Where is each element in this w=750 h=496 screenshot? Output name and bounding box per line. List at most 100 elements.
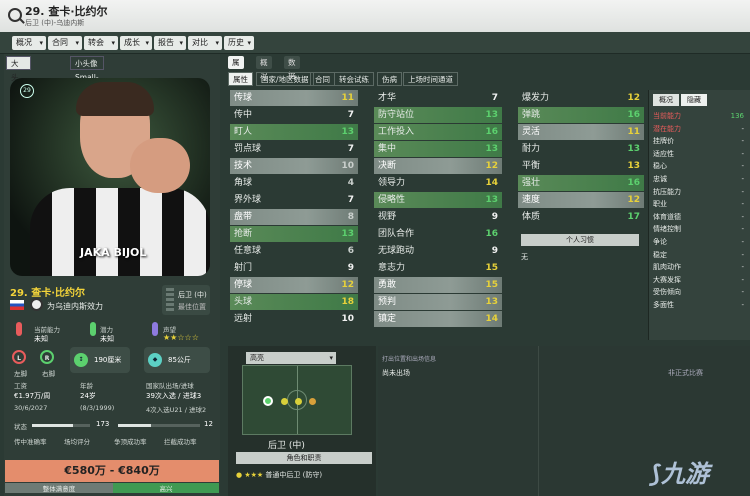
attribute-row[interactable]: 无球跑动 9 [374,243,502,259]
attribute-row[interactable]: 意志力 15 [374,260,502,276]
attribute-row[interactable]: 头球 18 [230,294,358,310]
shirt-lettering: JAKA BIJOL [80,246,147,259]
attribute-row[interactable]: 侵略性 13 [374,192,502,208]
attribute-row[interactable]: 抢断 13 [230,226,358,242]
attribute-row[interactable]: 防守站位 13 [374,107,502,123]
hidden-attribute-row: 肌肉动作 - [653,263,744,272]
search-icon[interactable] [8,8,22,22]
tab-data[interactable]: 数据 [284,56,300,80]
hidden-attribute-row: 争论 - [653,238,744,246]
attribute-row[interactable]: 镇定 14 [374,311,502,327]
attribute-row[interactable]: 灵活 11 [518,124,644,140]
attribute-row[interactable]: 罚点球 7 [230,141,358,157]
hidden-attribute-row: 稳定 - [653,250,744,259]
fitness-bar [118,424,200,427]
attribute-row[interactable]: 预判 13 [374,294,502,310]
attribute-row[interactable]: 平衡 13 [518,158,644,174]
hidden-attribute-row: 受伤倾向 - [653,288,744,297]
attribute-row[interactable]: 工作投入 16 [374,124,502,140]
tab-attributes[interactable]: 属性 [228,56,244,80]
attribute-row[interactable]: 爆发力 12 [518,90,644,106]
attribute-row[interactable]: 角球 4 [230,175,358,191]
attribute-row[interactable]: 决断 12 [374,158,502,174]
menu-transfer[interactable]: 转会 ▾ [84,36,118,50]
nation-flag-icon [10,300,24,310]
tab-small-pic[interactable]: 小头像 Small-Pic [70,56,104,96]
weight-icon: ◆ [148,353,162,367]
menu-overview[interactable]: 概况 ▾ [12,36,46,50]
attribute-row[interactable]: 耐力 13 [518,141,644,157]
subtab-national[interactable]: 国家/地区数据 [256,72,314,86]
hidden-attribute-row: 情绪控制 - [653,225,744,234]
attribute-row[interactable]: 团队合作 16 [374,226,502,242]
height-box: ↕ 190厘米 [70,347,130,373]
role-duties-button[interactable]: 角色和职责 [236,452,372,464]
hidden-attribute-row: 稳心 - [653,162,744,171]
side-tab-hidden[interactable]: 隐藏 [681,94,707,106]
tab-overview[interactable]: 概况 [256,56,272,80]
attribute-row[interactable]: 集中 13 [374,141,502,157]
subtab-injury[interactable]: 伤病 [377,72,402,86]
attribute-row[interactable]: 领导力 14 [374,175,502,191]
attribute-row[interactable]: 界外球 7 [230,192,358,208]
height-icon: ↕ [74,353,88,367]
condition-bar [32,424,90,427]
attribute-row[interactable]: 停球 12 [230,277,358,293]
attribute-row[interactable]: 才华 7 [374,90,502,106]
hidden-attribute-row: 挂牌价 - [653,137,744,146]
position-dot-main [263,396,273,406]
position-dot [281,398,288,405]
attribute-row[interactable]: 盯人 13 [230,124,358,140]
subtab-attributes[interactable]: 属性 [228,72,253,86]
subtab-transfer-trial[interactable]: 转会试练 [334,72,374,86]
hidden-attribute-row: 职业 - [653,200,744,209]
attribute-row[interactable]: 远射 10 [230,311,358,327]
hidden-attributes-panel: 概况 隐藏 当前能力 136 潜在能力 - 挂牌价 - 适应性 - 稳心 - 忠诚 - 抗压能力 - 职业 -… [648,90,750,340]
menu-bar: 概况 ▾ 合同 ▾ 转会 ▾ 成长 ▾ 报告 ▾ 对比 ▾ 历史 ▾ [0,32,750,54]
hidden-attribute-row: 潜在能力 - [653,124,744,133]
attribute-row[interactable]: 盘带 8 [230,209,358,225]
attribute-row[interactable]: 强壮 16 [518,175,644,191]
potential-icon [90,322,96,336]
hidden-attribute-row: 抗压能力 - [653,187,744,196]
club-label[interactable]: 为乌迪内斯效力 [47,301,103,312]
position-box: 后卫 (中) 最佳位置 [162,285,210,315]
satisfaction-bar: 整体满意度 高兴 [5,483,219,493]
right-foot-icon: R [40,350,54,364]
attribute-row[interactable]: 体质 17 [518,209,644,225]
current-ability-icon [16,322,22,336]
subtab-playing-time[interactable]: 上场时间通道 [403,72,458,86]
role-row[interactable]: ● ★★★ 普通中后卫 (防守) [236,470,322,480]
tab-big-pic[interactable]: 大头像 Big-Pic [6,56,31,124]
mini-pitch-icon [166,288,174,312]
attribute-row[interactable]: 视野 9 [374,209,502,225]
menu-history[interactable]: 历史 ▾ [224,36,254,50]
club-crest-icon[interactable] [30,298,43,311]
attribute-row[interactable]: 传中 7 [230,107,358,123]
menu-report[interactable]: 报告 ▾ [154,36,186,50]
highlight-dropdown[interactable]: 高亮 ▾ [246,352,336,364]
side-tab-overview[interactable]: 概况 [653,94,679,106]
player-portrait: 29 JAKA BIJOL [10,78,210,276]
attribute-row[interactable]: 速度 12 [518,192,644,208]
attribute-row[interactable]: 射门 9 [230,260,358,276]
subtab-contract[interactable]: 合同 [310,72,335,86]
player-name: 29. 查卡·比约尔 [10,288,85,299]
attribute-row[interactable]: 技术 10 [230,158,358,174]
menu-compare[interactable]: 对比 ▾ [188,36,222,50]
attribute-row[interactable]: 弹跳 16 [518,107,644,123]
page-subtitle: 后卫 (中)-乌迪内斯 [25,19,85,27]
watermark-logo: ⟆九游 [650,460,709,488]
page-title: 29. 查卡·比约尔 [25,5,108,18]
attribute-row[interactable]: 传球 11 [230,90,358,106]
position-dot [309,398,316,405]
attribute-row[interactable]: 勇敢 15 [374,277,502,293]
hidden-attribute-row: 当前能力 136 [653,112,744,120]
hidden-attribute-row: 忠诚 - [653,175,744,183]
attribute-row[interactable]: 任意球 6 [230,243,358,259]
menu-contract[interactable]: 合同 ▾ [48,36,82,50]
habits-none: 无 [521,253,528,261]
menu-development[interactable]: 成长 ▾ [120,36,152,50]
hidden-attribute-row: 适应性 - [653,149,744,158]
personal-habits-button[interactable]: 个人习惯 [521,234,639,246]
